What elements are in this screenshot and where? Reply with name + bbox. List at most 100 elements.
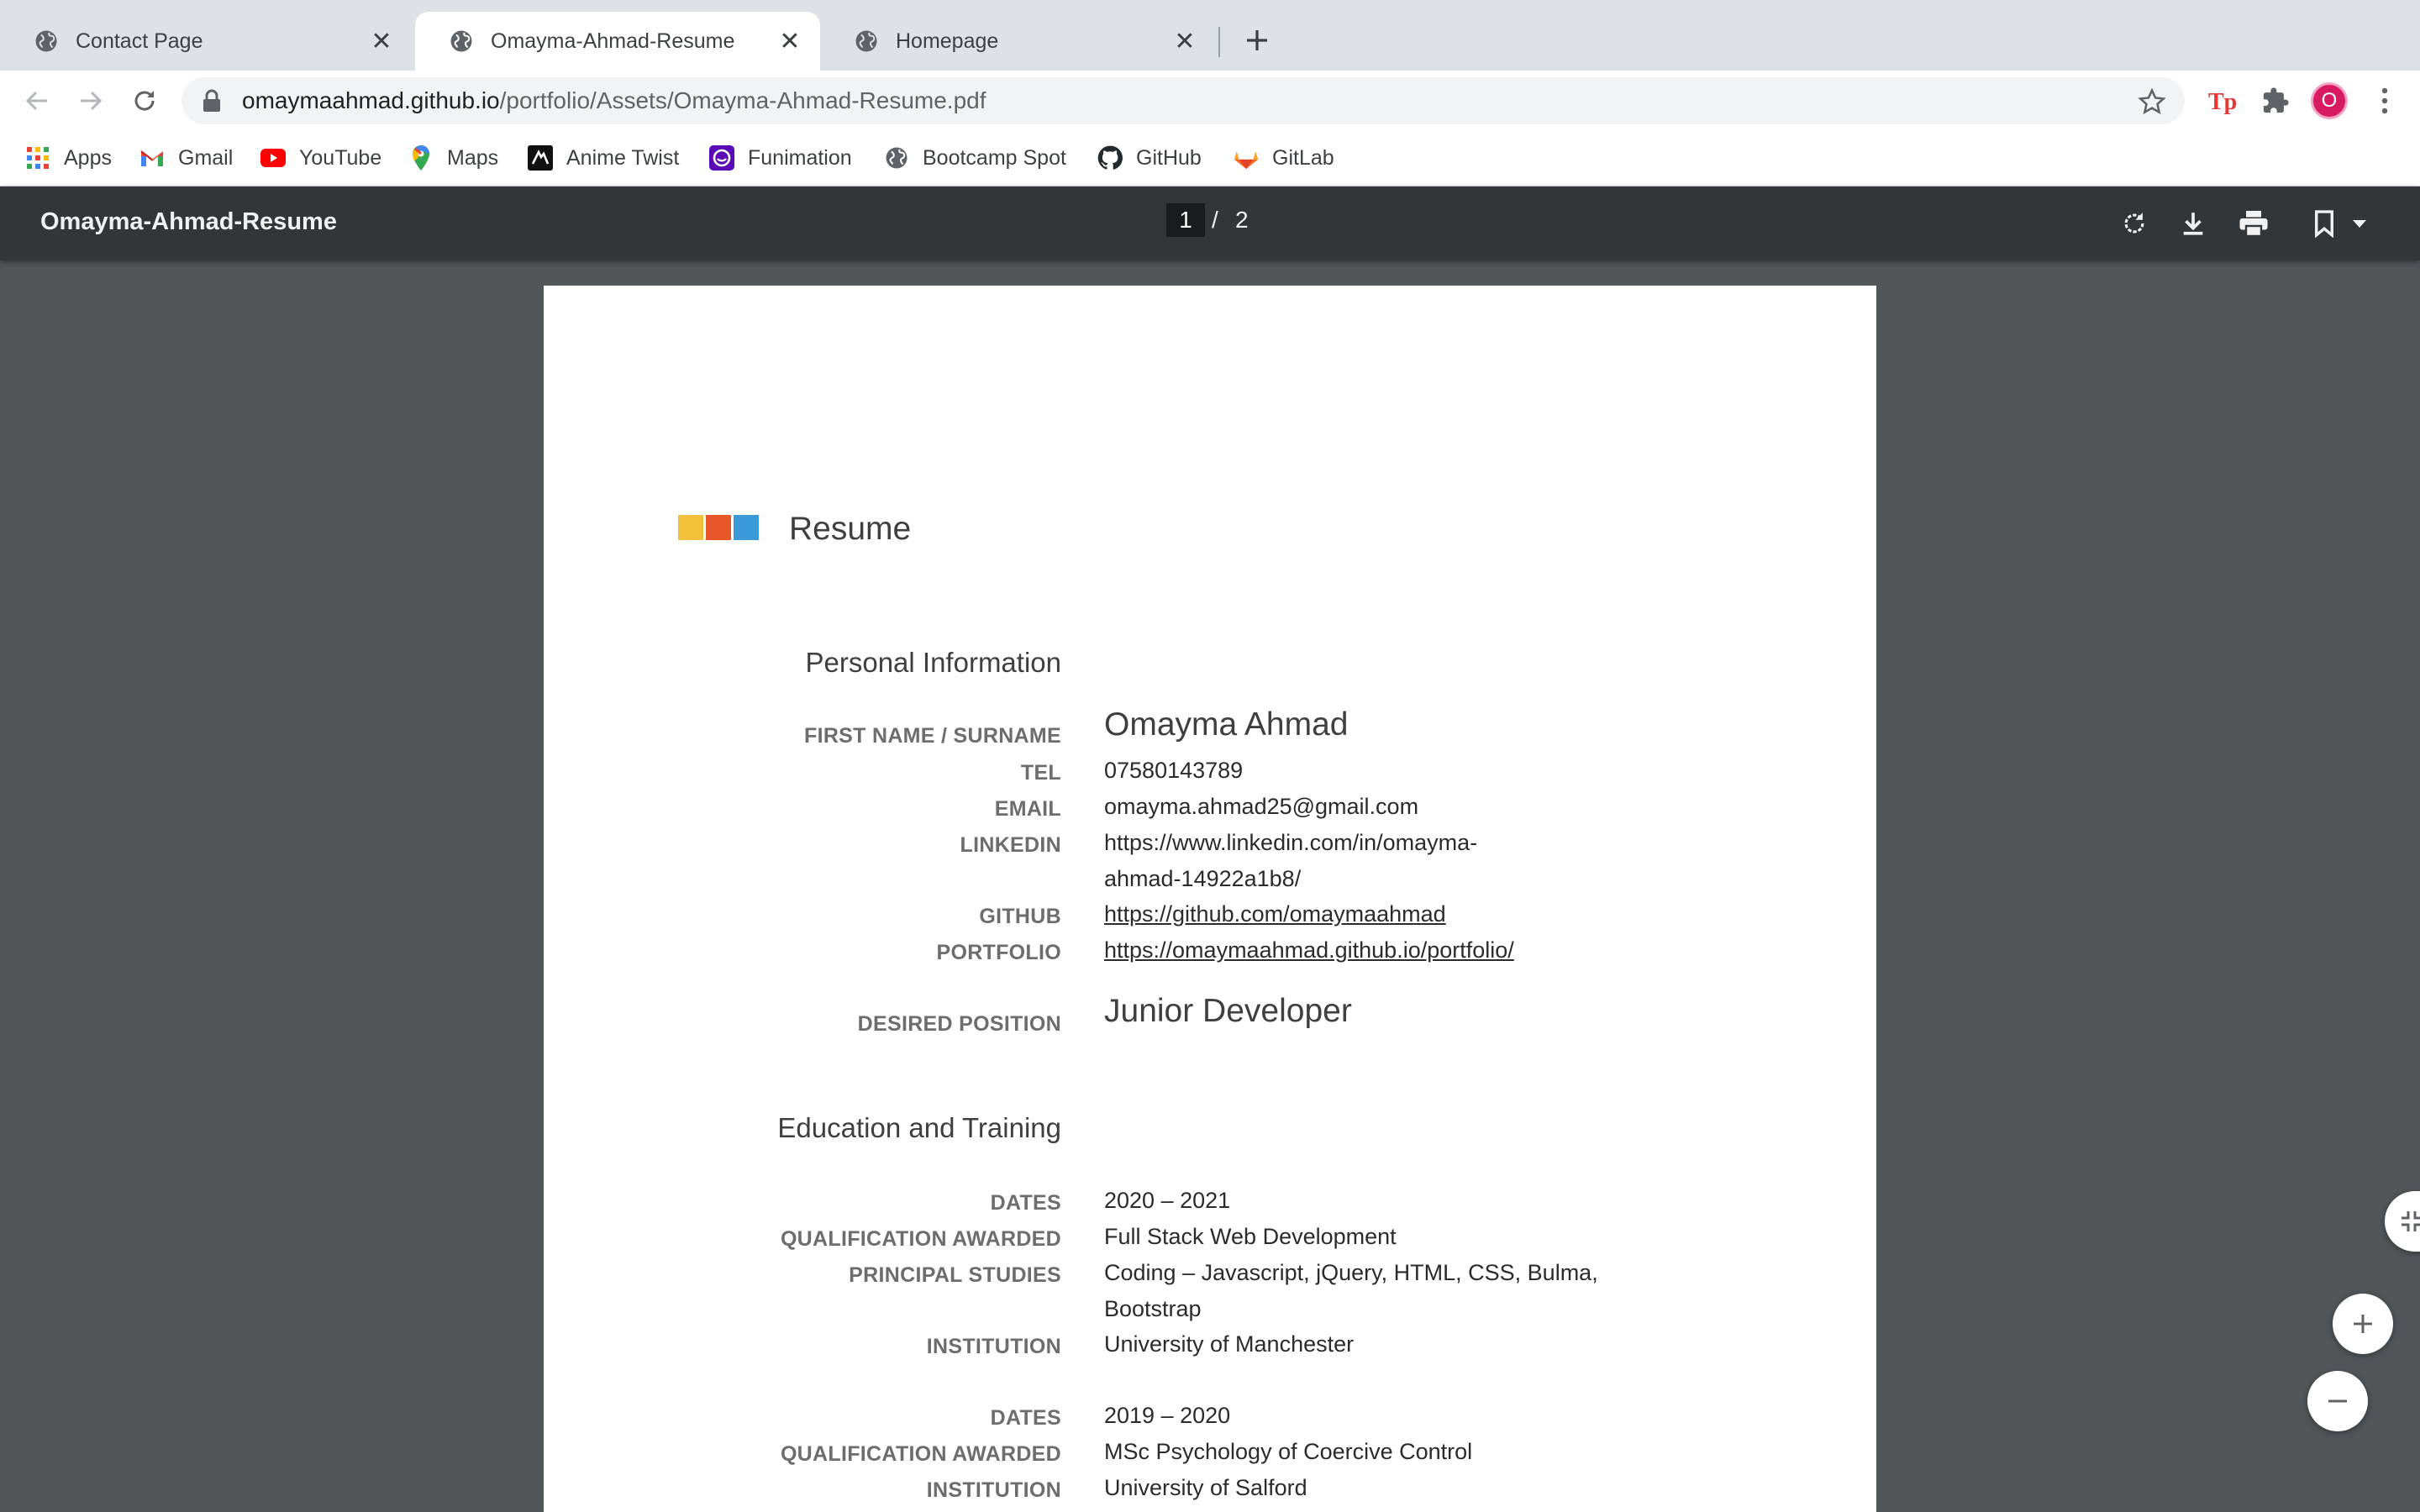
globe-icon (35, 30, 57, 52)
bookmark-label: YouTube (299, 145, 382, 170)
bookmark-star-icon[interactable] (2138, 87, 2166, 116)
reload-button[interactable] (128, 84, 161, 118)
link-github[interactable]: https://github.com/omaymaahmad (1104, 896, 1446, 932)
browser-menu-button[interactable] (2368, 84, 2402, 118)
bookmark-label: Maps (447, 145, 499, 170)
bookmark-github[interactable]: GitHub (1097, 143, 1202, 173)
plus-icon (2354, 1315, 2372, 1333)
label-qualification: QUALIFICATION AWARDED (780, 1442, 1061, 1466)
zoom-out-button[interactable] (2307, 1371, 2368, 1431)
apps-grid-icon (25, 145, 50, 171)
arrow-left-icon (25, 91, 47, 111)
value-qualification: MSc Psychology of Coercive Control (1104, 1439, 1473, 1464)
bookmark-label: Apps (64, 145, 112, 170)
url-path: /portfolio/Assets/Omayma-Ahmad-Resume.pd… (499, 87, 986, 113)
tab-omayma-ahmad-resume[interactable]: Omayma-Ahmad-Resume ✕ (415, 12, 820, 71)
funimation-icon (709, 145, 734, 171)
url-text[interactable]: omaymaahmad.github.io/portfolio/Assets/O… (242, 87, 986, 114)
bookmark-gitlab[interactable]: GitLab (1234, 143, 1334, 173)
label-institution: INSTITUTION (926, 1478, 1061, 1502)
download-button[interactable] (2175, 205, 2212, 242)
globe-icon (884, 145, 909, 171)
new-tab-button[interactable] (1240, 24, 1274, 57)
value-principal-studies-line2: Bootstrap (1104, 1296, 1202, 1321)
bookmark-label: Bootcamp Spot (923, 145, 1066, 170)
youtube-icon (260, 145, 286, 171)
label-email: EMAIL (994, 797, 1061, 821)
bookmark-gmail[interactable]: Gmail (139, 143, 233, 173)
tab-contact-page[interactable]: Contact Page ✕ (0, 12, 412, 71)
gitlab-icon (1234, 145, 1259, 171)
bookmark-label: GitLab (1272, 145, 1334, 170)
plus-icon (1247, 30, 1267, 50)
globe-icon (855, 30, 877, 52)
anime-twist-icon (528, 145, 553, 171)
url-host: omaymaahmad.github.io (242, 87, 500, 113)
profile-avatar[interactable]: O (2311, 82, 2348, 119)
value-institution: University of Manchester (1104, 1331, 1355, 1357)
tab-strip: Contact Page ✕ Omayma-Ahmad-Resume ✕ Hom… (0, 0, 2420, 71)
close-tab-icon[interactable]: ✕ (370, 28, 393, 55)
logo-square-blue (734, 515, 759, 540)
value-principal-studies-line1: Coding – Javascript, jQuery, HTML, CSS, … (1104, 1260, 1598, 1285)
value-linkedin-line2: ahmad-14922a1b8/ (1104, 866, 1302, 891)
tab-divider (1218, 27, 1220, 57)
bookmark-icon (2315, 210, 2333, 238)
bookmark-apps[interactable]: Apps (25, 143, 112, 173)
print-button[interactable] (2235, 205, 2272, 242)
rotate-icon (2124, 213, 2144, 234)
label-dates: DATES (990, 1406, 1061, 1430)
page-total: 2 (1235, 207, 1249, 233)
page-number-input[interactable]: 1 (1166, 203, 1205, 237)
forward-button[interactable] (74, 84, 108, 118)
value-dates: 2020 – 2021 (1104, 1188, 1231, 1213)
page-separator: / (1212, 207, 1218, 233)
label-github: GITHUB (979, 905, 1061, 928)
close-tab-icon[interactable]: ✕ (778, 28, 802, 55)
label-linkedin: LINKEDIN (960, 833, 1061, 857)
zoom-in-button[interactable] (2333, 1294, 2393, 1354)
value-qualification: Full Stack Web Development (1104, 1224, 1397, 1249)
bookmark-label: Funimation (748, 145, 852, 170)
bookmark-maps[interactable]: Maps (408, 143, 498, 173)
minus-icon (2328, 1399, 2347, 1403)
bookmark-funimation[interactable]: Funimation (709, 143, 852, 173)
resume-logo (678, 515, 759, 540)
bookmark-youtube[interactable]: YouTube (260, 143, 381, 173)
logo-square-red (706, 515, 731, 540)
github-icon (1097, 145, 1123, 171)
pdf-page: Resume Personal Information FIRST NAME /… (544, 286, 1876, 1512)
extensions-button[interactable] (2259, 84, 2292, 118)
label-tel: TEL (1020, 761, 1061, 785)
rotate-button[interactable] (2116, 205, 2153, 242)
tab-homepage[interactable]: Homepage ✕ (820, 12, 1215, 71)
label-desired-position: DESIRED POSITION (857, 1012, 1061, 1036)
tab-title: Omayma-Ahmad-Resume (491, 29, 735, 53)
value-desired-position: Junior Developer (1104, 993, 1352, 1029)
print-icon (2239, 211, 2268, 238)
bookmark-anime-twist[interactable]: Anime Twist (528, 143, 679, 173)
link-portfolio[interactable]: https://omaymaahmad.github.io/portfolio/ (1104, 932, 1514, 968)
close-tab-icon[interactable]: ✕ (1173, 28, 1197, 55)
lock-icon[interactable] (202, 89, 222, 113)
section-title-personal: Personal Information (805, 647, 1062, 678)
bookmark-label: GitHub (1136, 145, 1202, 170)
bookmark-bootcamp-spot[interactable]: Bootcamp Spot (884, 143, 1066, 173)
tp-extension-icon: Tp (2208, 89, 2237, 115)
address-bar[interactable]: omaymaahmad.github.io/portfolio/Assets/O… (182, 77, 2185, 124)
tab-title: Contact Page (76, 29, 203, 53)
pdf-viewer-toolbar: Omayma-Ahmad-Resume 1 / 2 (0, 186, 2420, 260)
gmail-icon (139, 145, 165, 171)
bookmark-label: Gmail (178, 145, 234, 170)
maps-pin-icon (408, 145, 434, 171)
puzzle-icon (2263, 87, 2289, 113)
bookmark-menu-button[interactable] (2306, 205, 2343, 242)
fit-page-icon (2402, 1211, 2420, 1231)
bookmarks-bar: Apps Gmail YouTube Maps Anime Twist Funi… (0, 131, 2420, 186)
label-principal-studies: PRINCIPAL STUDIES (849, 1263, 1061, 1287)
back-button[interactable] (20, 84, 54, 118)
extension-tp-button[interactable]: Tp (2205, 84, 2238, 118)
bookmark-dropdown-button[interactable] (2341, 205, 2378, 242)
fit-to-page-button[interactable] (2385, 1191, 2420, 1252)
label-portfolio: PORTFOLIO (936, 941, 1061, 964)
